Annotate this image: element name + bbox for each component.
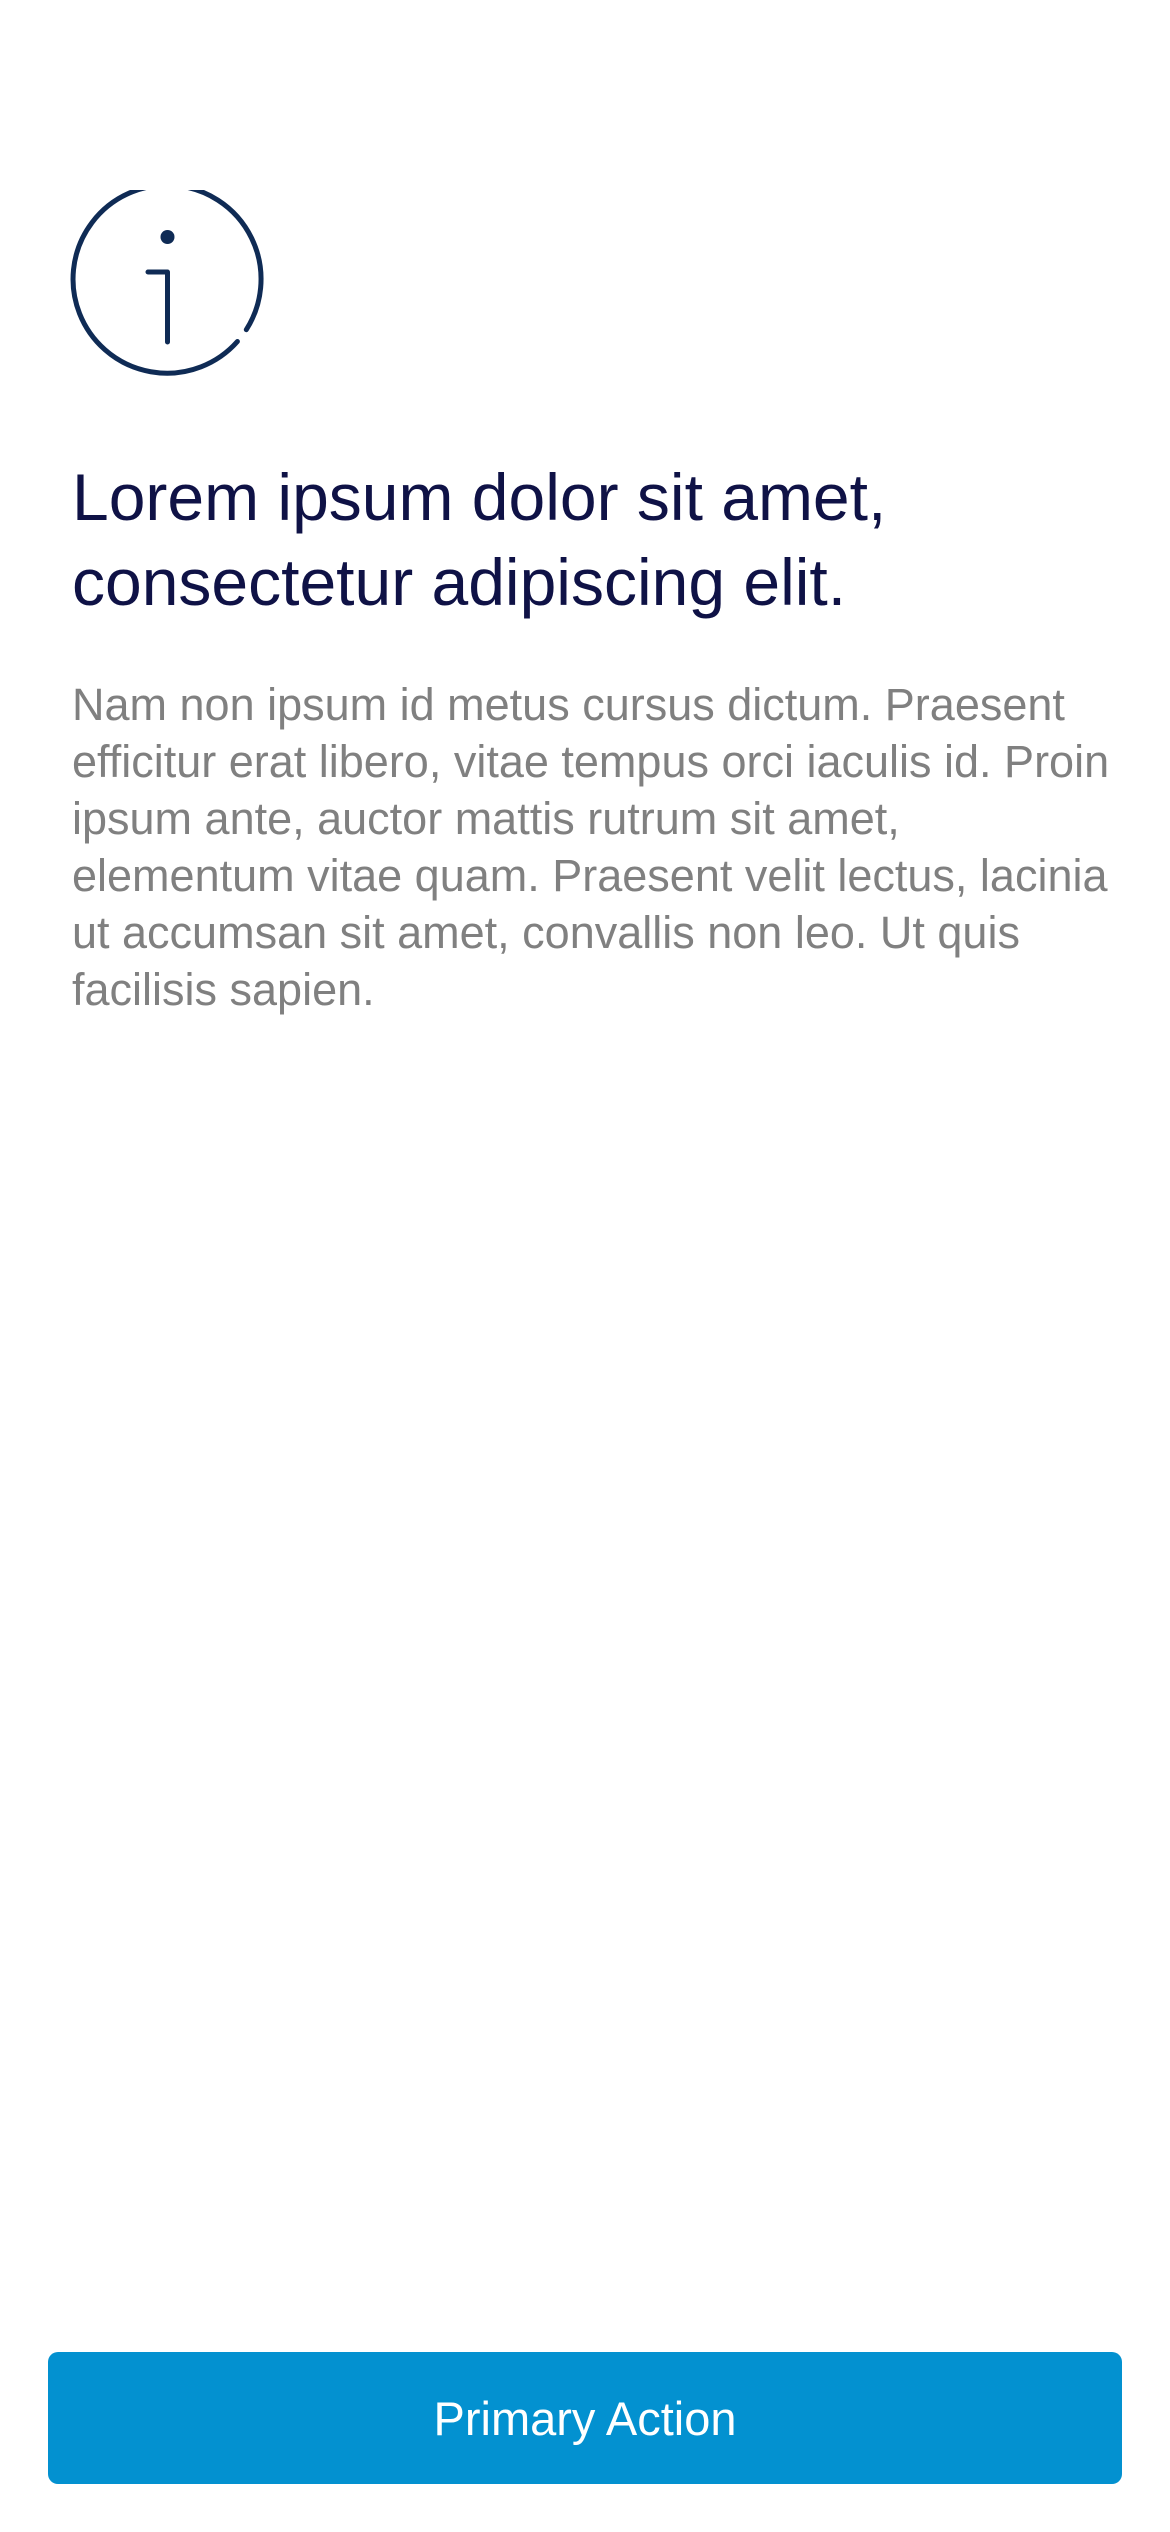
primary-action-button[interactable]: Primary Action <box>48 2352 1122 2484</box>
info-icon <box>70 190 265 385</box>
page-title: Lorem ipsum dolor sit amet, consectetur … <box>72 460 887 619</box>
body-text: Nam non ipsum id metus cursus dictum. Pr… <box>72 679 1110 1015</box>
info-screen: Lorem ipsum dolor sit amet, consectetur … <box>0 0 1170 2532</box>
